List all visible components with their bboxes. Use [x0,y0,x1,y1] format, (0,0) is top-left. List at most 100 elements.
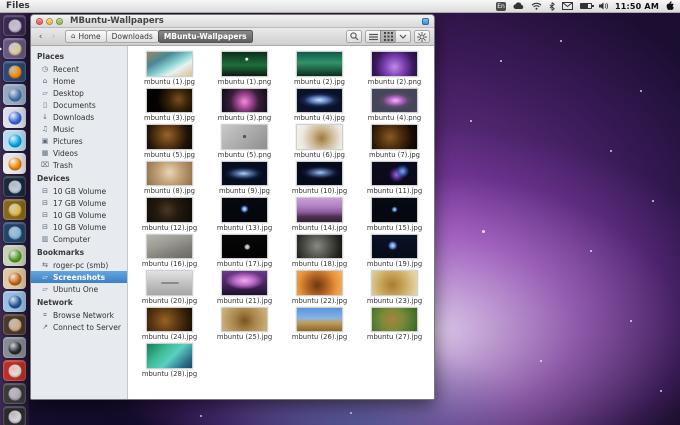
launcher-item-terminal[interactable] [3,406,26,425]
file-item-mbuntu-25-jpg[interactable]: mbuntu (25).jpg [207,306,282,341]
launcher-item-dash-home[interactable] [3,15,26,36]
close-button[interactable] [36,17,43,25]
launcher-item-steam[interactable] [3,176,26,197]
file-item-mbuntu-22-jpg[interactable]: mbuntu (22).jpg [282,270,357,305]
breadcrumb-mbuntu-wallpapers[interactable]: MBuntu-Wallpapers [157,30,253,43]
file-item-mbuntu-10-jpg[interactable]: mbuntu (10).jpg [282,160,357,195]
minimize-button[interactable] [46,17,53,25]
launcher-item-green-app[interactable] [3,245,26,266]
launcher-item-files[interactable] [0,38,26,59]
file-item-mbuntu-17-jpg[interactable]: mbuntu (17).jpg [207,233,282,268]
launcher-item-playonlinux[interactable] [3,268,26,289]
file-item-mbuntu-5-png[interactable]: mbuntu (5).png [207,124,282,159]
titlebar[interactable]: MBuntu-Wallpapers [31,15,434,28]
launcher-item-wireframe-box[interactable] [3,107,26,128]
launcher-item-calendar[interactable] [3,360,26,381]
sidebar-item-screenshots[interactable]: ▱ Screenshots [31,271,127,283]
file-item-mbuntu-20-jpg[interactable]: mbuntu (20).jpg [132,270,207,305]
file-thumbnail [146,87,193,113]
system-tray: En 11:50 AM [495,1,675,11]
sidebar-item-roger-pc-smb-[interactable]: ⇆ roger-pc (smb) [31,259,127,271]
launcher-item-chromium[interactable] [3,84,26,105]
file-thumbnail [221,270,268,296]
launcher-item-system-settings[interactable] [3,383,26,404]
screenshot-tool-icon [8,341,21,354]
search-button[interactable] [346,30,362,43]
launcher-item-game-crest[interactable] [3,199,26,220]
grid-view-button[interactable] [380,30,396,43]
sidebar-item-pictures[interactable]: ▣ Pictures [31,135,127,147]
sidebar-item-trash[interactable]: ⌧ Trash [31,159,127,171]
sidebar-item-music[interactable]: ♫ Music [31,123,127,135]
active-app-menu[interactable]: Files [6,1,30,11]
file-thumbnail [146,233,193,259]
sidebar-item-17-gb-volume[interactable]: ⊟ 17 GB Volume [31,197,127,209]
clock[interactable]: 11:50 AM [615,2,659,11]
launcher-item-app-store[interactable] [3,291,26,312]
launcher-item-firefox[interactable] [3,61,26,82]
file-item-mbuntu-4-png[interactable]: mbuntu (4).png [357,87,432,122]
sidebar-item-computer[interactable]: ▥ Computer [31,233,127,245]
launcher-item-gimp[interactable] [3,314,26,335]
file-item-mbuntu-2-png[interactable]: mbuntu (2).png [357,51,432,86]
breadcrumb-home[interactable]: ⌂ Home [65,30,107,43]
sidebar-item-documents[interactable]: ▯ Documents [31,99,127,111]
maximize-button[interactable] [56,17,63,25]
file-item-mbuntu-2-jpg[interactable]: mbuntu (2).jpg [282,51,357,86]
sidebar-item-ubuntu-one[interactable]: ▱ Ubuntu One [31,283,127,295]
sidebar-item-browse-network[interactable]: ⌗ Browse Network [31,309,127,321]
sidebar-item-10-gb-volume[interactable]: ⊟ 10 GB Volume [31,209,127,221]
battery-icon[interactable] [579,3,594,9]
cloud-icon[interactable] [513,2,524,10]
sidebar-item-10-gb-volume[interactable]: ⊟ 10 GB Volume [31,185,127,197]
file-item-mbuntu-16-jpg[interactable]: mbuntu (16).jpg [132,233,207,268]
file-item-mbuntu-6-jpg[interactable]: mbuntu (6).jpg [282,124,357,159]
file-item-mbuntu-21-jpg[interactable]: mbuntu (21).jpg [207,270,282,305]
sidebar-item-desktop[interactable]: ▱ Desktop [31,87,127,99]
sidebar-item-videos[interactable]: ▦ Videos [31,147,127,159]
gear-menu-button[interactable] [414,30,430,43]
launcher-item-vlc[interactable] [3,153,26,174]
breadcrumb-downloads[interactable]: Downloads [105,30,159,43]
file-item-mbuntu-28-jpg[interactable]: mbuntu (28).jpg [132,343,207,378]
file-item-mbuntu-3-png[interactable]: mbuntu (3).png [207,87,282,122]
launcher-item-messenger[interactable] [3,222,26,243]
file-item-mbuntu-14-jpg[interactable]: mbuntu (14).jpg [282,197,357,232]
forward-button[interactable]: › [48,31,59,43]
file-item-mbuntu-19-jpg[interactable]: mbuntu (19).jpg [357,233,432,268]
view-options-dropdown[interactable] [395,30,411,43]
file-item-mbuntu-4-jpg[interactable]: mbuntu (4).jpg [282,87,357,122]
file-item-mbuntu-18-jpg[interactable]: mbuntu (18).jpg [282,233,357,268]
mail-icon[interactable] [561,2,573,10]
sidebar-item-10-gb-volume[interactable]: ⊟ 10 GB Volume [31,221,127,233]
volume-icon[interactable] [598,2,608,10]
launcher-item-skype[interactable] [3,130,26,151]
file-item-mbuntu-27-jpg[interactable]: mbuntu (27).jpg [357,306,432,341]
wifi-icon[interactable] [531,2,542,10]
file-item-mbuntu-11-jpg[interactable]: mbuntu (11).jpg [357,160,432,195]
file-item-mbuntu-13-jpg[interactable]: mbuntu (13).jpg [207,197,282,232]
file-item-mbuntu-1-png[interactable]: mbuntu (1).png [207,51,282,86]
sidebar-item-home[interactable]: ⌂ Home [31,75,127,87]
file-item-mbuntu-1-jpg[interactable]: mbuntu (1).jpg [132,51,207,86]
file-item-mbuntu-26-jpg[interactable]: mbuntu (26).jpg [282,306,357,341]
file-item-mbuntu-9-jpg[interactable]: mbuntu (9).jpg [207,160,282,195]
file-item-mbuntu-7-jpg[interactable]: mbuntu (7).jpg [357,124,432,159]
sidebar-item-connect-to-server[interactable]: ↗ Connect to Server [31,321,127,333]
running-indicator-icon [0,46,2,52]
keyboard-layout-icon[interactable]: En [495,1,506,11]
launcher-item-screenshot-tool[interactable] [3,337,26,358]
file-item-mbuntu-15-jpg[interactable]: mbuntu (15).jpg [357,197,432,232]
file-item-mbuntu-8-jpg[interactable]: mbuntu (8).jpg [132,160,207,195]
sidebar-item-downloads[interactable]: ↓ Downloads [31,111,127,123]
file-item-mbuntu-5-jpg[interactable]: mbuntu (5).jpg [132,124,207,159]
apple-menu-icon[interactable] [666,1,675,11]
list-view-button[interactable] [365,30,381,43]
file-item-mbuntu-24-jpg[interactable]: mbuntu (24).jpg [132,306,207,341]
file-item-mbuntu-12-jpg[interactable]: mbuntu (12).jpg [132,197,207,232]
bluetooth-icon[interactable] [549,1,555,11]
file-item-mbuntu-3-jpg[interactable]: mbuntu (3).jpg [132,87,207,122]
file-item-mbuntu-23-jpg[interactable]: mbuntu (23).jpg [357,270,432,305]
back-button[interactable]: ‹ [35,31,46,43]
sidebar-item-recent[interactable]: ◷ Recent [31,63,127,75]
